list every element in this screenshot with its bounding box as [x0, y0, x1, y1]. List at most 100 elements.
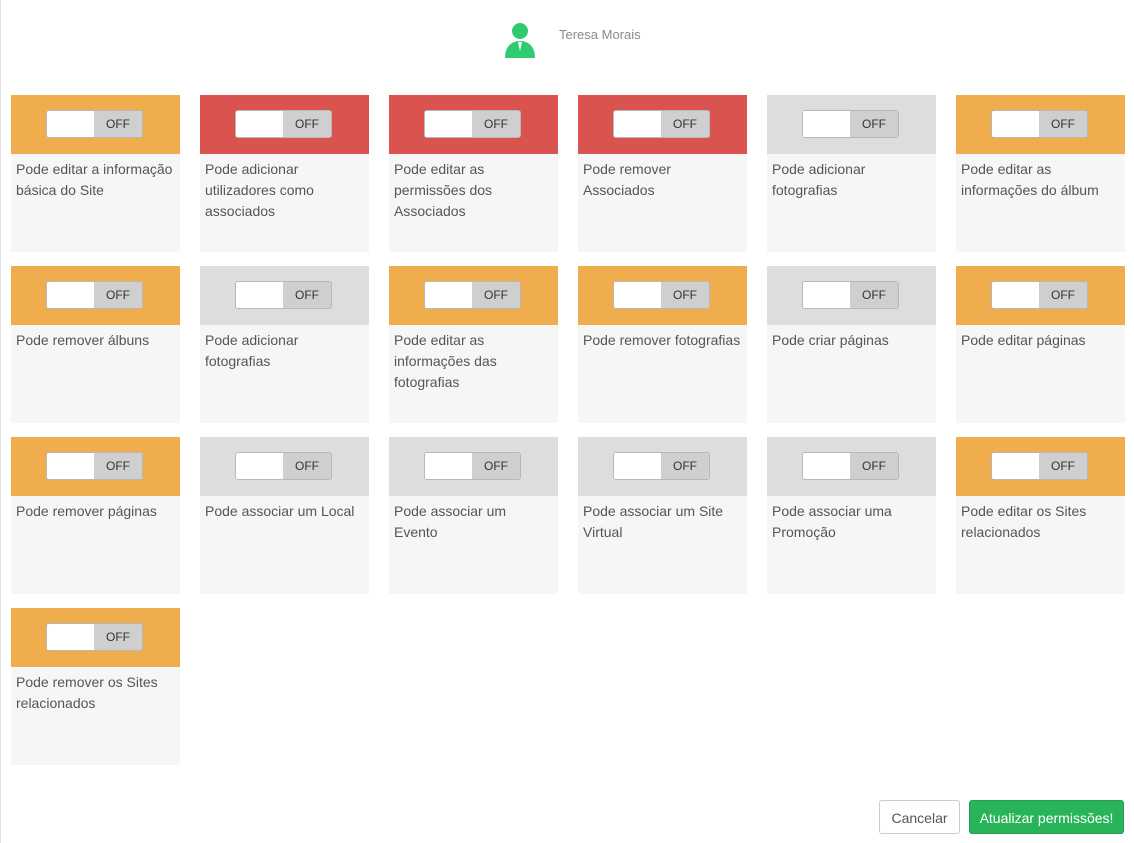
permission-card-header: OFF: [578, 95, 747, 154]
toggle-knob: [992, 453, 1040, 479]
permission-toggle[interactable]: OFF: [46, 623, 143, 651]
permission-label: Pode remover páginas: [16, 503, 157, 519]
toggle-knob: [803, 453, 851, 479]
permission-card-header: OFF: [767, 266, 936, 325]
permission-card-header: OFF: [200, 266, 369, 325]
toggle-state-label: OFF: [472, 453, 520, 479]
permission-toggle[interactable]: OFF: [991, 281, 1088, 309]
permission-toggle[interactable]: OFF: [424, 452, 521, 480]
permission-label: Pode adicionar fotografias: [205, 332, 299, 369]
permission-label: Pode remover os Sites relacionados: [16, 674, 158, 711]
permission-label: Pode remover fotografias: [583, 332, 741, 348]
permission-toggle[interactable]: OFF: [235, 281, 332, 309]
toggle-knob: [425, 111, 473, 137]
permission-label: Pode adicionar fotografias: [772, 161, 866, 198]
toggle-state-label: OFF: [94, 624, 142, 650]
permission-label: Pode editar as permissões dos Associados: [394, 161, 493, 219]
toggle-knob: [47, 453, 95, 479]
permission-card-header: OFF: [578, 437, 747, 496]
permission-label: Pode editar páginas: [961, 332, 1086, 348]
toggle-state-label: OFF: [94, 111, 142, 137]
permission-toggle[interactable]: OFF: [46, 452, 143, 480]
permission-toggle[interactable]: OFF: [235, 110, 332, 138]
permission-toggle[interactable]: OFF: [424, 110, 521, 138]
permission-label: Pode remover álbuns: [16, 332, 150, 348]
user-name: Teresa Morais: [559, 27, 641, 42]
permission-toggle[interactable]: OFF: [991, 110, 1088, 138]
permission-label: Pode associar um Evento: [394, 503, 507, 540]
permission-label: Pode editar os Sites relacionados: [961, 503, 1087, 540]
toggle-knob: [47, 624, 95, 650]
permission-label: Pode associar um Local: [205, 503, 355, 519]
toggle-state-label: OFF: [472, 111, 520, 137]
permission-toggle[interactable]: OFF: [235, 452, 332, 480]
update-permissions-button[interactable]: Atualizar permissões!: [969, 800, 1124, 834]
toggle-knob: [992, 111, 1040, 137]
permission-card: OFF Pode adicionar utilizadores como asso…: [200, 95, 369, 252]
permission-label: Pode criar páginas: [772, 332, 889, 348]
permission-toggle[interactable]: OFF: [991, 452, 1088, 480]
toggle-knob: [803, 111, 851, 137]
permission-card-header: OFF: [11, 437, 180, 496]
permission-card: OFF Pode editar as permissões dos Associa…: [389, 95, 558, 252]
permission-card: OFF Pode editar os Sites relacionados: [956, 437, 1125, 594]
permission-card-header: OFF: [956, 266, 1125, 325]
permission-label: Pode editar as informações do álbum: [961, 161, 1099, 198]
permission-card-header: OFF: [11, 608, 180, 667]
permission-label: Pode remover Associados: [583, 161, 671, 198]
permission-card: OFF Pode adicionar fotografias: [200, 266, 369, 423]
toggle-knob: [992, 282, 1040, 308]
toggle-knob: [614, 111, 662, 137]
permission-card: OFF Pode remover fotografias: [578, 266, 747, 423]
toggle-state-label: OFF: [283, 282, 331, 308]
permission-card-header: OFF: [767, 437, 936, 496]
permission-toggle[interactable]: OFF: [613, 452, 710, 480]
user-header: Teresa Morais: [0, 18, 1134, 58]
toggle-state-label: OFF: [850, 111, 898, 137]
permission-card: OFF Pode editar as informações das fotogr…: [389, 266, 558, 423]
toggle-state-label: OFF: [283, 453, 331, 479]
permission-card: OFF Pode editar as informações do álbum: [956, 95, 1125, 252]
permission-label: Pode adicionar utilizadores como associa…: [205, 161, 314, 219]
permission-toggle[interactable]: OFF: [613, 110, 710, 138]
permission-toggle[interactable]: OFF: [46, 281, 143, 309]
permission-card-header: OFF: [11, 266, 180, 325]
permission-card: OFF Pode remover álbuns: [11, 266, 180, 423]
permission-card: OFF Pode adicionar fotografias: [767, 95, 936, 252]
permission-card-header: OFF: [578, 266, 747, 325]
toggle-knob: [236, 282, 284, 308]
permission-card: OFF Pode remover Associados: [578, 95, 747, 252]
permission-card: OFF Pode associar um Local: [200, 437, 369, 594]
permission-toggle[interactable]: OFF: [424, 281, 521, 309]
permission-toggle[interactable]: OFF: [802, 452, 899, 480]
permission-card: OFF Pode associar um Site Virtual: [578, 437, 747, 594]
permission-toggle[interactable]: OFF: [613, 281, 710, 309]
toggle-state-label: OFF: [661, 453, 709, 479]
toggle-knob: [614, 453, 662, 479]
permission-label: Pode associar uma Promoção: [772, 503, 892, 540]
permission-toggle[interactable]: OFF: [46, 110, 143, 138]
toggle-knob: [425, 453, 473, 479]
permission-card-header: OFF: [389, 266, 558, 325]
toggle-state-label: OFF: [850, 453, 898, 479]
permission-card: OFF Pode associar um Evento: [389, 437, 558, 594]
toggle-state-label: OFF: [1039, 111, 1087, 137]
permission-toggle[interactable]: OFF: [802, 281, 899, 309]
permission-card-header: OFF: [389, 437, 558, 496]
permission-toggle[interactable]: OFF: [802, 110, 899, 138]
permission-label: Pode editar as informações das fotografi…: [394, 332, 497, 390]
permission-label: Pode associar um Site Virtual: [583, 503, 724, 540]
permission-card: OFF Pode remover os Sites relacionados: [11, 608, 180, 765]
permission-card-header: OFF: [956, 95, 1125, 154]
permission-card-header: OFF: [200, 95, 369, 154]
toggle-state-label: OFF: [94, 453, 142, 479]
cancel-button[interactable]: Cancelar: [879, 800, 960, 834]
permission-card: OFF Pode remover páginas: [11, 437, 180, 594]
toggle-state-label: OFF: [1039, 282, 1087, 308]
toggle-knob: [236, 111, 284, 137]
toggle-knob: [803, 282, 851, 308]
permission-card-header: OFF: [200, 437, 369, 496]
toggle-knob: [47, 282, 95, 308]
permission-card-header: OFF: [11, 95, 180, 154]
toggle-knob: [236, 453, 284, 479]
